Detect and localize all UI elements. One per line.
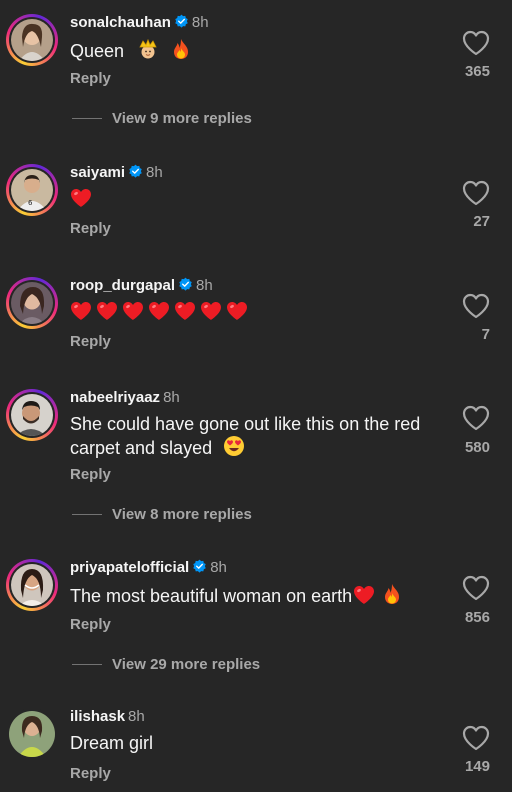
heart-outline-icon[interactable] [462,575,490,601]
red-heart-emoji [353,585,375,610]
comment-text: Queen [70,38,440,65]
like-count: 27 [473,213,490,230]
comment-time: 8h [196,277,213,294]
view-more-replies-button[interactable]: View 29 more replies [72,656,260,673]
username[interactable]: ilishask [70,708,125,725]
reply-button[interactable]: Reply [70,70,111,87]
comment-text: The most beautiful woman on earth [70,583,440,610]
red-heart-emoji [70,188,92,213]
heart-outline-icon[interactable] [462,293,490,319]
comment-time: 8h [146,164,163,181]
avatar-ring[interactable] [6,14,58,66]
avatar-ring[interactable] [6,389,58,441]
view-more-replies-label: View 29 more replies [112,656,261,673]
heart-outline-icon[interactable] [462,405,490,431]
like-count: 580 [464,439,490,456]
verified-badge-icon [178,277,193,297]
heart-outline-icon[interactable] [462,725,490,751]
reply-button[interactable]: Reply [70,765,111,782]
like-count: 7 [481,326,490,343]
red-heart-emoji [96,301,118,326]
divider-line [72,118,102,119]
username[interactable]: saiyami [70,164,125,181]
crown-emoji [137,38,159,65]
reply-button[interactable]: Reply [70,220,111,237]
view-more-replies-button[interactable]: View 8 more replies [72,506,252,523]
view-more-replies-label: View 9 more replies [112,110,252,127]
comment-text [70,301,248,326]
verified-badge-icon [192,559,207,579]
avatar-ring[interactable]: 6 [6,164,58,216]
divider-line [72,514,102,515]
comment-text: Dream girl [70,733,154,753]
comment-time: 8h [128,708,145,725]
svg-text:6: 6 [28,199,33,207]
view-more-replies-button[interactable]: View 9 more replies [72,110,252,127]
avatar [11,394,53,436]
like-count: 365 [464,63,490,80]
avatar [11,282,53,324]
username[interactable]: sonalchauhan [70,14,171,31]
avatar-ring[interactable] [6,708,58,760]
avatar [11,564,53,606]
view-more-replies-label: View 8 more replies [112,506,252,523]
like-count: 149 [464,758,490,775]
comment-text: She could have gone out like this on the… [70,413,440,462]
like-count: 856 [464,609,490,626]
divider-line [72,664,102,665]
red-heart-emoji [122,301,144,326]
fire-emoji [170,38,192,65]
reply-button[interactable]: Reply [70,333,111,350]
reply-button[interactable]: Reply [70,616,111,633]
comment-text [70,188,92,213]
username[interactable]: roop_durgapal [70,277,175,294]
username[interactable]: nabeelriyaaz [70,389,160,406]
red-heart-emoji [200,301,222,326]
avatar [9,711,55,757]
red-heart-emoji [174,301,196,326]
avatar-ring[interactable] [6,559,58,611]
avatar [11,19,53,61]
username[interactable]: priyapatelofficial [70,559,189,576]
heart-outline-icon[interactable] [462,30,490,56]
comment-time: 8h [191,14,209,31]
verified-badge-icon [128,164,143,184]
fire-emoji [381,583,403,610]
red-heart-emoji [148,301,170,326]
red-heart-emoji [226,301,248,326]
red-heart-emoji [70,301,92,326]
comment-time: 8h [210,559,227,576]
heart-eyes-emoji [223,435,245,462]
comment-time: 8h [163,389,180,406]
avatar: 6 [11,169,53,211]
reply-button[interactable]: Reply [70,466,111,483]
avatar-ring[interactable] [6,277,58,329]
heart-outline-icon[interactable] [462,180,490,206]
verified-badge-icon [174,14,189,34]
